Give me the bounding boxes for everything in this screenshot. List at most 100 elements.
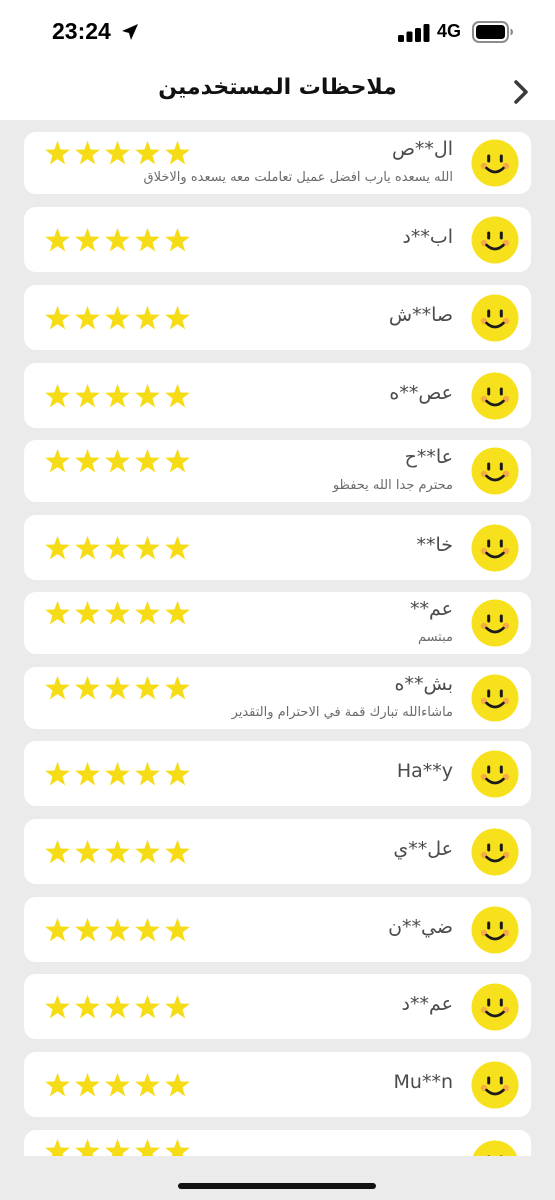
star-icon bbox=[165, 1138, 190, 1156]
star-icon bbox=[75, 535, 100, 560]
star-icon bbox=[45, 227, 70, 252]
star-icon bbox=[45, 448, 70, 473]
star-icon bbox=[135, 839, 160, 864]
star-icon bbox=[165, 761, 190, 786]
smiley-avatar-icon bbox=[471, 983, 519, 1031]
review-card[interactable]: عا**ح محترم جدا الله يحفظو bbox=[24, 440, 531, 502]
star-rating bbox=[44, 839, 191, 865]
smiley-avatar-icon bbox=[471, 139, 519, 187]
star-icon bbox=[75, 383, 100, 408]
star-icon bbox=[105, 227, 130, 252]
reviewer-name: عص**ه bbox=[389, 382, 453, 404]
smiley-avatar-icon bbox=[471, 294, 519, 342]
reviewer-name: عم**د bbox=[401, 993, 453, 1015]
star-icon bbox=[135, 448, 160, 473]
star-icon bbox=[75, 600, 100, 625]
smiley-avatar-icon bbox=[471, 906, 519, 954]
home-indicator[interactable] bbox=[178, 1183, 376, 1189]
star-rating bbox=[44, 917, 191, 943]
review-comment: الله يسعده يارب افضل عميل تعاملت معه يسع… bbox=[143, 170, 454, 185]
battery-icon bbox=[472, 21, 513, 43]
review-card[interactable]: خا** bbox=[24, 515, 531, 580]
reviewer-name: ضي**ن bbox=[388, 916, 453, 938]
smiley-avatar-icon bbox=[471, 599, 519, 647]
reviewer-name: بش**ه bbox=[394, 673, 453, 695]
star-icon bbox=[45, 535, 70, 560]
star-rating bbox=[44, 994, 191, 1020]
review-card[interactable]: بش**ه ماشاءالله تبارك قمة في الاحترام وال… bbox=[24, 667, 531, 729]
review-comment: مبتسم bbox=[417, 630, 453, 645]
reviewer-name: عا**ح bbox=[404, 446, 453, 468]
star-icon bbox=[75, 839, 100, 864]
review-card[interactable]: عم** مبتسم bbox=[24, 592, 531, 654]
star-icon bbox=[135, 140, 160, 165]
review-card[interactable]: عص**ه bbox=[24, 363, 531, 428]
location-arrow-icon bbox=[122, 24, 138, 40]
star-icon bbox=[105, 383, 130, 408]
star-icon bbox=[75, 140, 100, 165]
star-icon bbox=[105, 839, 130, 864]
review-card[interactable]: اب**د bbox=[24, 207, 531, 272]
star-icon bbox=[75, 305, 100, 330]
star-icon bbox=[105, 994, 130, 1019]
review-card[interactable] bbox=[24, 1130, 531, 1156]
star-icon bbox=[135, 535, 160, 560]
star-icon bbox=[105, 305, 130, 330]
review-card[interactable]: Mu**n bbox=[24, 1052, 531, 1117]
reviewer-name: Mu**n bbox=[393, 1071, 453, 1093]
star-icon bbox=[105, 140, 130, 165]
smiley-avatar-icon bbox=[471, 372, 519, 420]
review-card[interactable]: ال**ص الله يسعده يارب افضل عميل تعاملت مع… bbox=[24, 132, 531, 194]
reviewer-name: خا** bbox=[416, 534, 453, 556]
navigation-header: ملاحظات المستخدمين bbox=[0, 64, 555, 120]
review-card[interactable]: عل**ي bbox=[24, 819, 531, 884]
star-icon bbox=[135, 227, 160, 252]
star-icon bbox=[75, 1072, 100, 1097]
star-icon bbox=[75, 994, 100, 1019]
star-icon bbox=[165, 305, 190, 330]
review-card[interactable]: عم**د bbox=[24, 974, 531, 1039]
reviewer-name: اب**د bbox=[402, 226, 453, 248]
star-icon bbox=[75, 227, 100, 252]
star-icon bbox=[45, 140, 70, 165]
star-icon bbox=[165, 140, 190, 165]
star-icon bbox=[165, 535, 190, 560]
star-rating bbox=[44, 140, 191, 166]
star-rating bbox=[44, 448, 191, 474]
review-card[interactable]: صا**ش bbox=[24, 285, 531, 350]
reviewer-name: عل**ي bbox=[393, 838, 453, 860]
star-rating bbox=[44, 305, 191, 331]
smiley-avatar-icon bbox=[471, 447, 519, 495]
reviewer-name: Ha**y bbox=[396, 760, 453, 782]
review-card[interactable]: ضي**ن bbox=[24, 897, 531, 962]
review-card[interactable]: Ha**y bbox=[24, 741, 531, 806]
star-rating bbox=[44, 761, 191, 787]
star-icon bbox=[75, 448, 100, 473]
star-icon bbox=[45, 1072, 70, 1097]
star-icon bbox=[105, 761, 130, 786]
chevron-right-icon bbox=[514, 80, 528, 104]
smiley-avatar-icon bbox=[471, 216, 519, 264]
star-icon bbox=[45, 675, 70, 700]
review-comment: محترم جدا الله يحفظو bbox=[332, 478, 453, 493]
star-rating bbox=[44, 1072, 191, 1098]
star-icon bbox=[135, 1138, 160, 1156]
star-icon bbox=[135, 994, 160, 1019]
star-rating bbox=[44, 1138, 191, 1156]
star-icon bbox=[45, 1138, 70, 1156]
star-icon bbox=[135, 305, 160, 330]
network-type: 4G bbox=[437, 21, 462, 41]
back-button[interactable] bbox=[505, 76, 537, 108]
star-icon bbox=[45, 761, 70, 786]
smiley-avatar-icon bbox=[471, 750, 519, 798]
status-bar: 23:24 4G bbox=[0, 0, 555, 64]
star-rating bbox=[44, 227, 191, 253]
star-icon bbox=[105, 1072, 130, 1097]
star-icon bbox=[135, 917, 160, 942]
star-rating bbox=[44, 675, 191, 701]
reviews-list[interactable]: ال**ص الله يسعده يارب افضل عميل تعاملت مع… bbox=[24, 132, 531, 1156]
star-icon bbox=[45, 600, 70, 625]
star-icon bbox=[75, 675, 100, 700]
star-icon bbox=[45, 994, 70, 1019]
star-icon bbox=[165, 383, 190, 408]
